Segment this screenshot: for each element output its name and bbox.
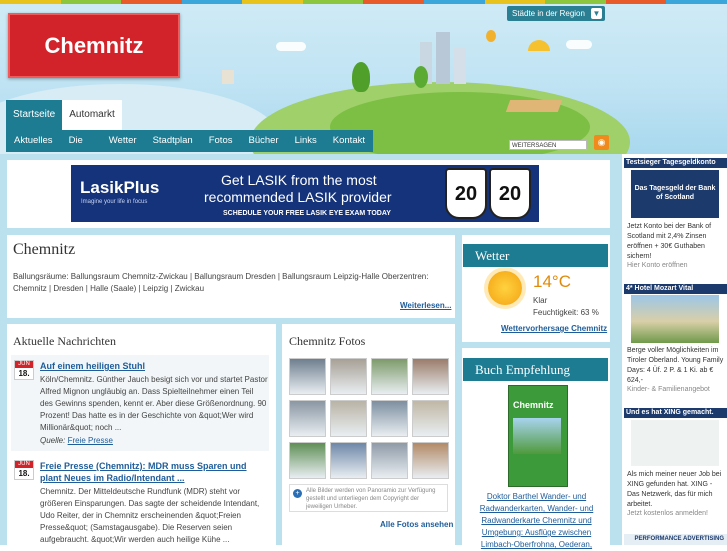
photo-thumbnail[interactable]: [412, 442, 449, 479]
ad-text[interactable]: Berge voller Möglichkeiten im Tiroler Ob…: [627, 346, 725, 386]
weather-temp: 14°C: [533, 272, 571, 291]
hotel-ad-image[interactable]: [631, 295, 719, 343]
news-item-body: Chemnitz. Der Mitteldeutsche Rundfunk (M…: [40, 487, 260, 544]
book-link[interactable]: Doktor Barthel Wander- und Radwanderkart…: [469, 491, 604, 551]
book-cover-photo: [513, 418, 561, 454]
nav-die-stadt[interactable]: Die Stadt: [61, 130, 101, 168]
ad-brand: LasikPlus: [80, 178, 160, 197]
photos-title: Chemnitz Fotos: [289, 334, 366, 348]
news-title: Aktuelle Nachrichten: [13, 334, 116, 348]
tree-icon: [414, 66, 428, 88]
ad-subtext[interactable]: Kinder- & Familienangebot: [627, 386, 710, 393]
photo-copyright-note: + Alle Bilder werden von Panoramio zur Ve…: [289, 484, 448, 512]
ad-headline-2: recommended LASIK provider: [204, 189, 392, 205]
photo-thumbnail[interactable]: [412, 358, 449, 395]
news-source-link[interactable]: Freie Presse: [68, 436, 113, 445]
weather-humidity: Feuchtigkeit: 63 %: [533, 308, 599, 317]
weather-forecast-link[interactable]: Wettervorhersage Chemnitz: [501, 324, 607, 333]
news-date-badge: JUN 18.: [14, 460, 34, 480]
news-date-badge: JUN 18.: [14, 360, 34, 380]
tab-automarkt[interactable]: Automarkt: [62, 100, 122, 130]
photo-thumbnail[interactable]: [330, 400, 367, 437]
cloud-icon: [566, 40, 592, 49]
performance-ad-label: PERFORMANCE ADVERTISING: [624, 534, 727, 545]
news-item-headline[interactable]: Freie Presse (Chemnitz): MDR muss Sparen…: [40, 460, 266, 484]
region-dropdown-label: Städte in der Region: [512, 9, 585, 18]
ad-subtext[interactable]: Jetzt kostenlos anmelden!: [627, 510, 708, 517]
main-tabs: Startseite Automarkt: [6, 100, 122, 130]
sun-icon: [528, 40, 550, 51]
nav-fotos[interactable]: Fotos: [201, 130, 241, 152]
nav-wetter[interactable]: Wetter: [101, 130, 145, 152]
nav-aktuelles[interactable]: Aktuelles: [6, 130, 61, 152]
read-more-link[interactable]: Weiterlesen...: [400, 301, 451, 310]
chevron-down-icon: ▼: [591, 8, 602, 19]
photo-thumbnail[interactable]: [371, 442, 408, 479]
tab-startseite[interactable]: Startseite: [6, 100, 63, 130]
news-item-headline[interactable]: Auf einem heiligen Stuhl: [40, 360, 266, 372]
lasik-ad-banner[interactable]: LasikPlus Imagine your life in focus Get…: [71, 165, 539, 222]
ad-header[interactable]: 4* Hotel Mozart Vital: [624, 284, 727, 294]
tower-icon: [436, 32, 450, 84]
sun-icon: [488, 271, 522, 305]
photo-thumbnail[interactable]: [371, 358, 408, 395]
tree-icon: [352, 62, 370, 92]
weather-condition: Klar: [533, 296, 548, 305]
photo-thumbnail[interactable]: [330, 358, 367, 395]
nav-stadtplan[interactable]: Stadtplan: [145, 130, 201, 152]
ad-header[interactable]: Und es hat XING gemacht.: [624, 408, 727, 418]
book-cover-title: Chemnitz: [513, 400, 554, 410]
chemnitz-title: Chemnitz: [13, 241, 76, 258]
bank-ad-image[interactable]: Das Tagesgeld der Bank of Scotland: [631, 170, 719, 218]
photo-thumbnail[interactable]: [289, 442, 326, 479]
ad-text[interactable]: Als mich meiner neuer Job bei XING gefun…: [627, 470, 725, 510]
ad-headline-1: Get LASIK from the most: [221, 172, 377, 188]
region-dropdown[interactable]: Städte in der Region ▼: [507, 6, 605, 21]
photo-thumbnail[interactable]: [371, 400, 408, 437]
pier-icon: [505, 100, 563, 112]
info-icon: +: [293, 489, 302, 498]
ad-text[interactable]: Jetzt Konto bei der Bank of Scotland mit…: [627, 222, 725, 262]
ad-cta: SCHEDULE YOUR FREE LASIK EYE EXAM TODAY: [223, 210, 391, 217]
main-nav: Aktuelles Die Stadt Wetter Stadtplan Fot…: [6, 130, 373, 168]
ad-tagline: Imagine your life in focus: [81, 199, 148, 205]
photo-thumbnail[interactable]: [289, 358, 326, 395]
ad-header[interactable]: Testsieger Tagesgeldkonto: [624, 158, 727, 168]
windmill-icon: [222, 70, 234, 84]
ad-subtext[interactable]: Hier Konto eröffnen: [627, 262, 688, 269]
share-label: WEITERSAGEN: [512, 143, 557, 149]
all-photos-link[interactable]: Alle Fotos ansehen: [380, 520, 453, 529]
chemnitz-description: Ballungsräume: Ballungsraum Chemnitz-Zwi…: [13, 272, 429, 293]
share-button[interactable]: WEITERSAGEN: [509, 140, 587, 150]
news-item-body: Köln/Chemnitz. Günther Jauch besigt sich…: [40, 375, 268, 432]
photo-thumbnail[interactable]: [412, 400, 449, 437]
nav-links[interactable]: Links: [287, 130, 325, 152]
nav-buecher[interactable]: Bücher: [240, 130, 286, 152]
weather-title: Wetter: [463, 244, 608, 267]
highway-shield-icon: 20: [489, 168, 531, 219]
site-logo[interactable]: Chemnitz: [8, 13, 180, 78]
news-item-source: Quelle: Freie Presse: [40, 436, 113, 445]
nav-kontakt[interactable]: Kontakt: [325, 130, 373, 152]
rss-icon[interactable]: ◉: [594, 135, 609, 150]
book-title: Buch Empfehlung: [463, 358, 608, 381]
book-cover-image[interactable]: Chemnitz: [508, 385, 568, 487]
balloon-icon: [486, 30, 496, 42]
cloud-icon: [276, 42, 306, 51]
xing-ad-image[interactable]: [631, 420, 719, 466]
photo-thumbnail[interactable]: [289, 400, 326, 437]
photo-thumbnail[interactable]: [330, 442, 367, 479]
highway-shield-icon: 20: [445, 168, 487, 219]
building-icon: [454, 48, 466, 84]
